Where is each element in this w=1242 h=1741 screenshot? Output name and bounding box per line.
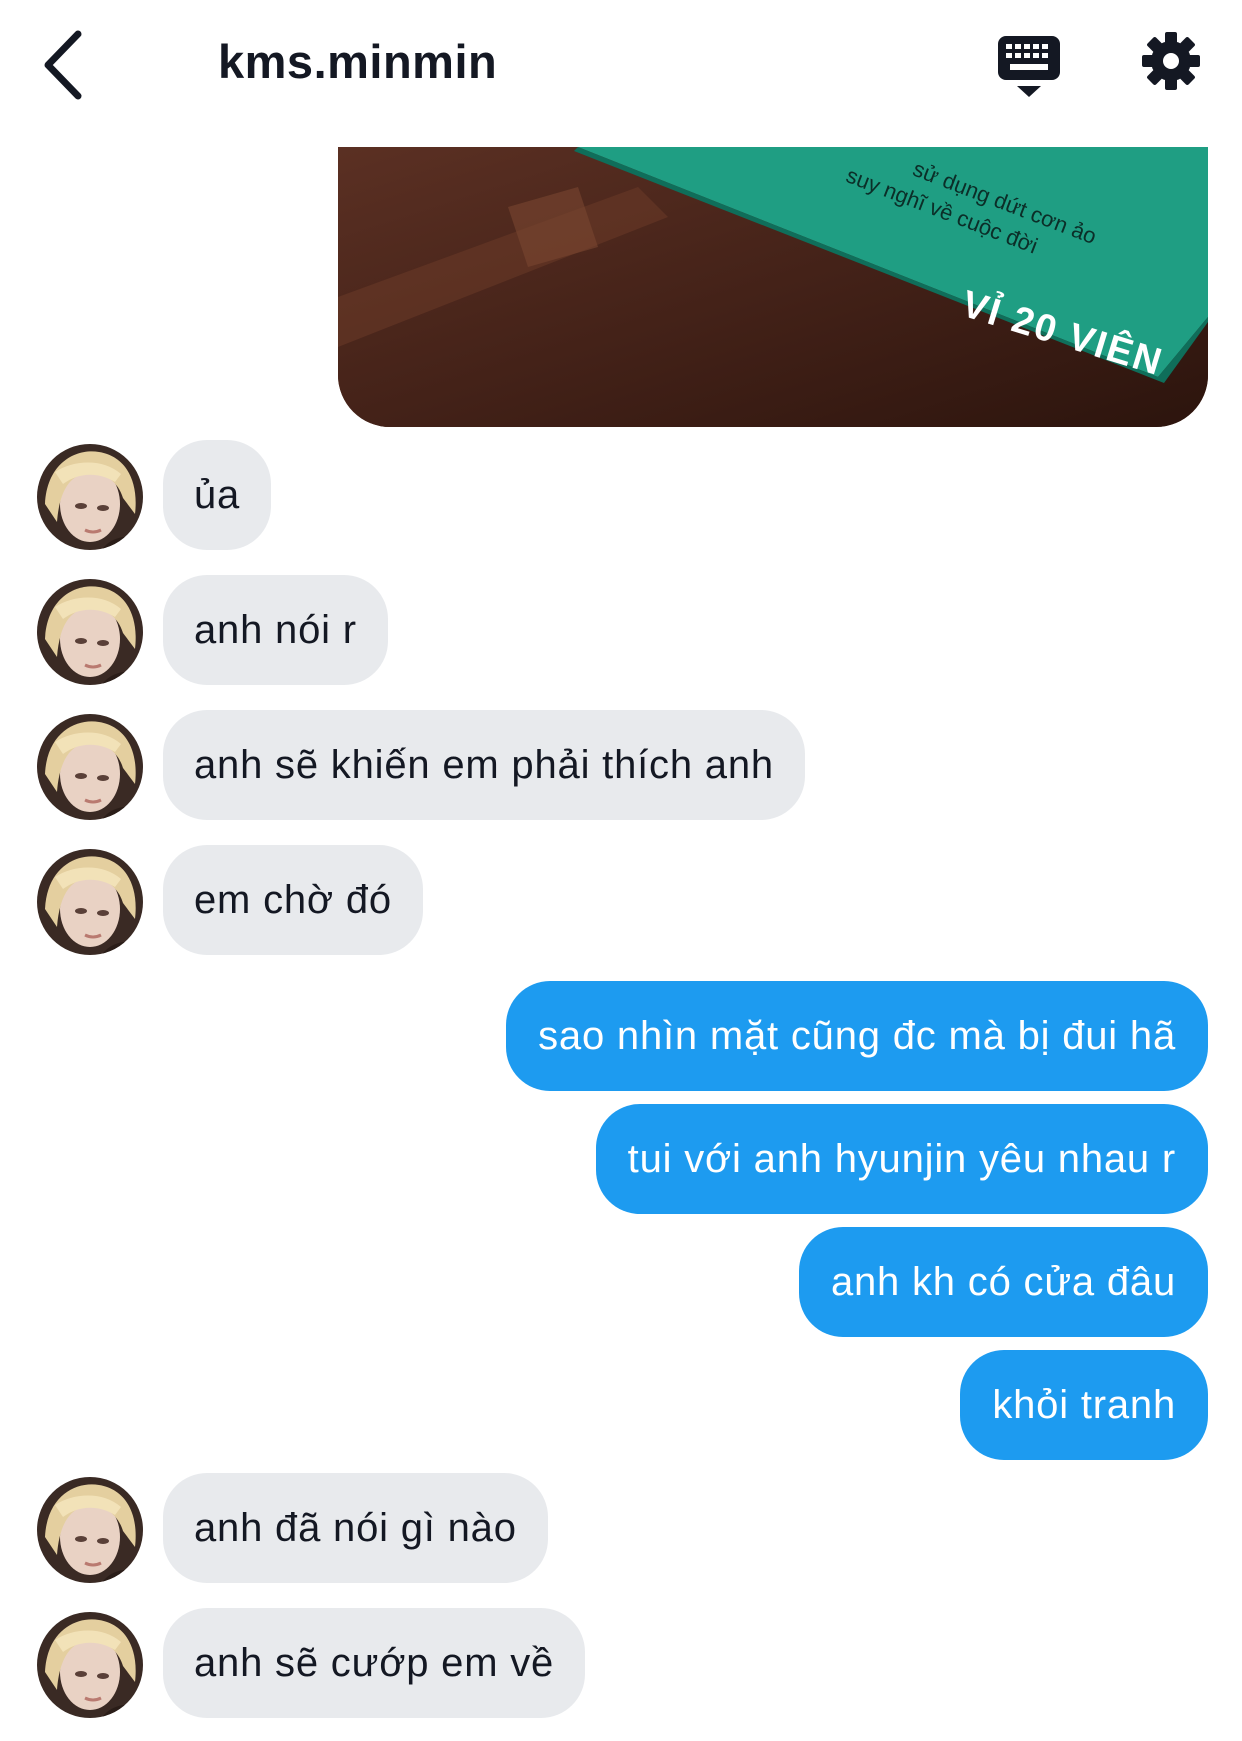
outgoing-message: khỏi tranh [960, 1350, 1208, 1460]
keyboard-button[interactable] [996, 34, 1062, 98]
incoming-message: anh sẽ cướp em về [163, 1608, 586, 1718]
avatar[interactable] [37, 849, 143, 955]
photo-content: sử dụng dứt cơn ảo suy nghĩ về cuộc đời … [338, 147, 1208, 427]
back-button[interactable] [40, 28, 100, 102]
photo-attachment[interactable]: sử dụng dứt cơn ảo suy nghĩ về cuộc đời … [338, 147, 1208, 427]
avatar[interactable] [37, 1477, 143, 1583]
settings-button[interactable] [1140, 30, 1202, 92]
incoming-message: ủa [163, 440, 272, 550]
incoming-message: anh đã nói gì nào [163, 1473, 548, 1583]
avatar[interactable] [37, 714, 143, 820]
avatar-photo [37, 849, 143, 955]
avatar-photo [37, 444, 143, 550]
incoming-message: anh sẽ khiến em phải thích anh [163, 710, 805, 820]
avatar[interactable] [37, 444, 143, 550]
conversation-title: kms.minmin [218, 35, 498, 88]
outgoing-message: sao nhìn mặt cũng đc mà bị đui hã [506, 981, 1208, 1091]
avatar[interactable] [37, 579, 143, 685]
gear-icon [1142, 32, 1200, 90]
avatar[interactable] [37, 1612, 143, 1718]
avatar-photo [37, 1477, 143, 1583]
keyboard-icon [998, 36, 1060, 97]
avatar-photo [37, 579, 143, 685]
incoming-message: em chờ đó [163, 845, 423, 955]
outgoing-message: anh kh có cửa đâu [798, 1227, 1208, 1337]
avatar-photo [37, 1612, 143, 1718]
chevron-left-icon [44, 30, 82, 100]
conversation-header: kms.minmin [0, 0, 1242, 130]
outgoing-message: tui với anh hyunjin yêu nhau r [595, 1104, 1208, 1214]
incoming-message: anh nói r [163, 575, 388, 685]
avatar-photo [37, 714, 143, 820]
